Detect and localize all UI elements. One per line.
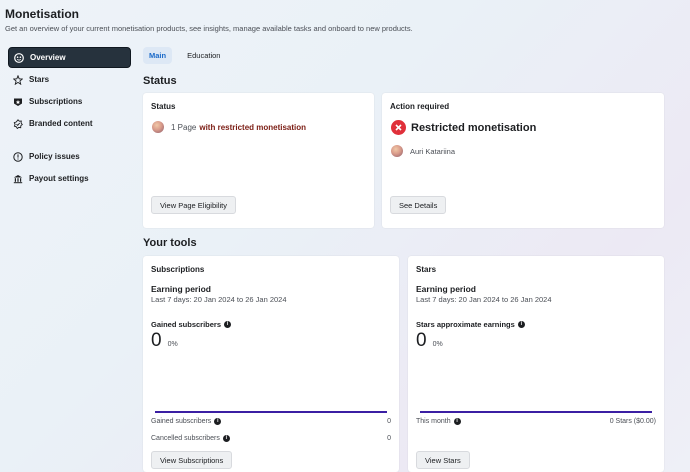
sidebar-item-stars[interactable]: Stars <box>8 69 131 90</box>
info-icon[interactable]: i <box>224 321 232 328</box>
view-page-eligibility-button[interactable]: View Page Eligibility <box>151 196 236 214</box>
metric-value-row: 0 0% <box>151 330 178 352</box>
tools-section-heading: Your tools <box>143 237 197 249</box>
earning-period-range: Last 7 days: 20 Jan 2024 to 26 Jan 2024 <box>151 295 287 304</box>
restricted-headline-text: Restricted monetisation <box>411 121 537 134</box>
trend-line <box>155 411 387 413</box>
payout-icon <box>13 174 23 184</box>
status-card: Status 1 Page with restricted monetisati… <box>143 93 374 228</box>
earning-period-label: Earning period <box>151 284 211 294</box>
view-subscriptions-button[interactable]: View Subscriptions <box>151 451 233 469</box>
earning-period-label: Earning period <box>416 284 476 294</box>
action-required-card: Action required Restricted monetisation … <box>382 93 664 228</box>
branded-content-icon <box>13 118 23 129</box>
tab-bar: Main Education <box>143 47 235 64</box>
metric-label-row: Stars approximate earnings i <box>416 320 525 329</box>
sidebar-item-subscriptions[interactable]: Subscriptions <box>8 91 131 112</box>
metric-value: 0 <box>151 330 162 351</box>
overview-icon <box>14 52 24 63</box>
row-label: This month <box>416 418 451 425</box>
page-title: Monetisation <box>5 7 79 21</box>
sidebar-item-label: Payout settings <box>29 174 89 183</box>
metric-percent: 0% <box>167 340 178 348</box>
sidebar-item-policy-issues[interactable]: Policy issues <box>8 146 131 167</box>
view-stars-button[interactable]: View Stars <box>416 451 470 469</box>
sidebar-item-label: Subscriptions <box>29 97 83 106</box>
metric-label: Gained subscribers <box>151 320 222 329</box>
info-icon[interactable]: i <box>222 435 230 442</box>
affected-user: Auri Katariina <box>391 145 455 157</box>
restricted-status-text: with restricted monetisation <box>199 122 307 132</box>
avatar <box>152 121 164 133</box>
sidebar-item-label: Branded content <box>29 119 93 128</box>
metric-percent: 0% <box>432 340 443 348</box>
row-value: 0 Stars ($0.00) <box>609 418 656 425</box>
status-summary: 1 Page with restricted monetisation <box>152 121 306 133</box>
action-card-title: Action required <box>390 102 450 111</box>
subscriptions-card-title: Subscriptions <box>151 265 205 274</box>
table-row: Gained subscribers i 0 <box>151 418 391 425</box>
metric-value-row: 0 0% <box>416 330 443 352</box>
row-label: Gained subscribers <box>151 418 212 425</box>
row-label: Cancelled subscribers <box>151 435 220 442</box>
stars-card: Stars Earning period Last 7 days: 20 Jan… <box>408 256 664 472</box>
page-subtitle: Get an overview of your current monetisa… <box>5 24 413 33</box>
subscriptions-icon <box>13 97 23 107</box>
stars-icon <box>13 74 23 85</box>
sidebar-item-label: Stars <box>29 75 50 84</box>
sidebar-item-label: Overview <box>30 53 66 62</box>
avatar <box>391 145 403 157</box>
policy-icon <box>13 151 23 162</box>
metric-label-row: Gained subscribers i <box>151 320 232 329</box>
row-value: 0 <box>387 435 391 442</box>
tab-education[interactable]: Education <box>181 47 226 64</box>
status-section-heading: Status <box>143 75 177 87</box>
table-row: This month i 0 Stars ($0.00) <box>416 418 656 425</box>
stars-card-title: Stars <box>416 265 437 274</box>
metric-label: Stars approximate earnings <box>416 320 515 329</box>
sidebar-item-payout-settings[interactable]: Payout settings <box>8 168 131 189</box>
status-card-title: Status <box>151 102 176 111</box>
page-count: 1 Page <box>171 122 197 132</box>
table-row: Cancelled subscribers i 0 <box>151 435 391 442</box>
sidebar-item-branded-content[interactable]: Branded content <box>8 113 131 134</box>
info-icon[interactable]: i <box>517 321 525 328</box>
page-header: Monetisation Get an overview of your cur… <box>5 7 413 33</box>
info-icon[interactable]: i <box>453 418 461 425</box>
subscriptions-card: Subscriptions Earning period Last 7 days… <box>143 256 399 472</box>
sidebar: Overview Stars Subscriptions Branded con… <box>8 47 131 190</box>
metric-value: 0 <box>416 330 427 351</box>
earning-period-range: Last 7 days: 20 Jan 2024 to 26 Jan 2024 <box>416 295 552 304</box>
restricted-headline: Restricted monetisation <box>391 120 536 135</box>
trend-line <box>420 411 652 413</box>
tab-main[interactable]: Main <box>143 47 173 64</box>
error-icon <box>391 120 406 135</box>
row-value: 0 <box>387 418 391 425</box>
sidebar-item-overview[interactable]: Overview <box>8 47 131 68</box>
see-details-button[interactable]: See Details <box>390 196 447 214</box>
user-name: Auri Katariina <box>410 146 456 156</box>
sidebar-item-label: Policy issues <box>29 152 80 161</box>
info-icon[interactable]: i <box>214 418 222 425</box>
